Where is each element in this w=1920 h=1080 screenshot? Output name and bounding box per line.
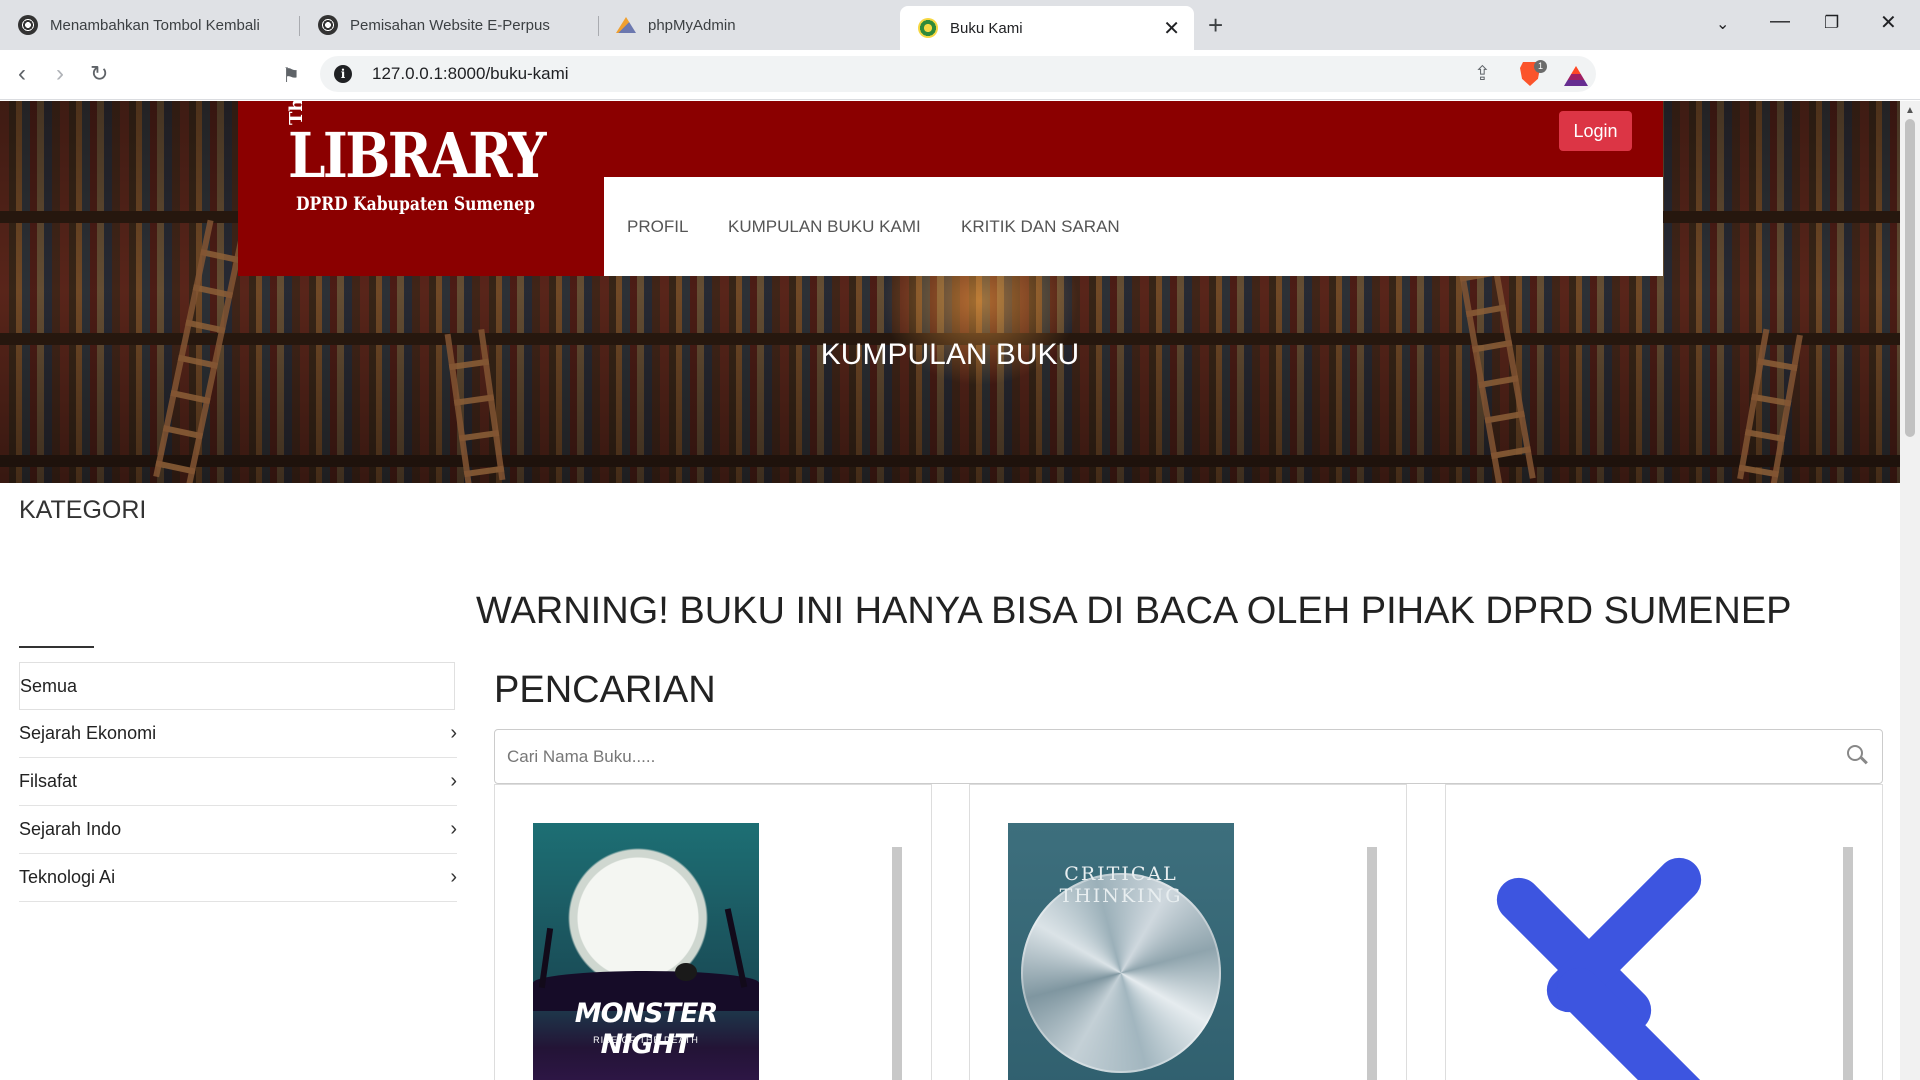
bookmark-icon[interactable]: ⚑ xyxy=(282,63,300,88)
tab-title: phpMyAdmin xyxy=(648,16,736,34)
hero-title: KUMPULAN BUKU xyxy=(820,338,1080,371)
tab-title: Menambahkan Tombol Kembali xyxy=(50,16,260,34)
search-field xyxy=(494,729,1883,784)
card-scrollbar[interactable] xyxy=(1843,847,1853,1080)
search-icon[interactable] xyxy=(1847,745,1863,761)
main-navigation: PROFIL KUMPULAN BUKU KAMI KRITIK DAN SAR… xyxy=(604,177,1663,276)
nav-profil[interactable]: PROFIL xyxy=(627,217,688,237)
search-heading: PENCARIAN xyxy=(494,669,716,711)
cover-logo-shape xyxy=(1547,958,1710,1080)
chevron-right-icon: › xyxy=(450,818,457,840)
page-viewport: KUMPULAN BUKU The LIBRARY DPRD Kabupaten… xyxy=(0,101,1900,1080)
logo-subtitle: DPRD Kabupaten Sumenep xyxy=(296,193,535,215)
cover-pumpkin xyxy=(675,963,697,981)
page-scrollbar[interactable]: ▲ xyxy=(1900,101,1920,1080)
category-label: Teknologi Ai xyxy=(19,867,116,887)
cover-subtitle: RISE OF THE DEATH xyxy=(593,1035,699,1045)
logo-library-text: LIBRARY xyxy=(288,119,546,192)
category-underline xyxy=(19,646,94,648)
category-item-filsafat[interactable]: Filsafat › xyxy=(19,758,457,806)
category-item-semua[interactable]: Semua xyxy=(19,662,455,710)
category-item-sejarah-indo[interactable]: Sejarah Indo › xyxy=(19,806,457,854)
tab-title: Buku Kami xyxy=(950,19,1023,37)
search-input[interactable] xyxy=(507,740,1807,774)
restore-button[interactable]: ❐ xyxy=(1824,13,1839,33)
nav-kritik-dan-saran[interactable]: KRITIK DAN SARAN xyxy=(961,217,1120,237)
close-tab-icon[interactable]: ✕ xyxy=(1163,16,1180,41)
category-label: Filsafat xyxy=(19,771,78,791)
reload-icon[interactable]: ↻ xyxy=(90,61,108,87)
card-scrollbar[interactable] xyxy=(892,847,902,1080)
minimize-button[interactable]: — xyxy=(1770,10,1790,33)
openai-icon xyxy=(18,15,38,35)
book-card[interactable] xyxy=(1445,784,1883,1080)
chevron-right-icon: › xyxy=(450,866,457,888)
tab-buku-kami[interactable]: Buku Kami ✕ xyxy=(900,6,1194,50)
login-button[interactable]: Login xyxy=(1559,111,1632,151)
book-cover[interactable]: CRITICAL THINKING xyxy=(1008,823,1234,1080)
new-tab-button[interactable]: + xyxy=(1208,10,1223,41)
browser-toolbar: ‹ › ↻ ⚑ i 127.0.0.1:8000/buku-kami ⇪ ▯ ▭… xyxy=(0,50,1920,136)
cover-title: MONSTER NIGHT xyxy=(574,998,719,1060)
tab-search-chevron-icon[interactable]: ⌄ xyxy=(1716,14,1729,34)
site-info-icon[interactable]: i xyxy=(334,65,352,83)
share-icon[interactable]: ⇪ xyxy=(1474,61,1491,86)
scroll-up-icon[interactable]: ▲ xyxy=(1905,105,1915,116)
chevron-right-icon: › xyxy=(450,722,457,744)
address-bar[interactable]: i 127.0.0.1:8000/buku-kami xyxy=(320,56,1596,92)
forward-icon[interactable]: › xyxy=(56,60,64,88)
openai-icon xyxy=(318,15,338,35)
government-seal-icon xyxy=(918,18,938,38)
category-title: KATEGORI xyxy=(19,496,147,524)
tab-menambahkan-tombol-kembali[interactable]: Menambahkan Tombol Kembali xyxy=(0,6,298,44)
category-list: Semua Sejarah Ekonomi › Filsafat › Sejar… xyxy=(19,662,457,902)
category-label: Sejarah Ekonomi xyxy=(19,723,157,743)
book-card[interactable]: MONSTER NIGHT RISE OF THE DEATH xyxy=(494,784,932,1080)
tab-pemisahan-website[interactable]: Pemisahan Website E-Perpus xyxy=(300,6,598,44)
url-text: 127.0.0.1:8000/buku-kami xyxy=(372,64,569,83)
book-cover[interactable]: MONSTER NIGHT RISE OF THE DEATH xyxy=(533,823,759,1080)
shields-count-badge: 1 xyxy=(1534,60,1547,73)
tab-phpmyadmin[interactable]: phpMyAdmin xyxy=(598,6,896,44)
phpmyadmin-icon xyxy=(616,17,636,33)
scrollbar-thumb[interactable] xyxy=(1905,119,1915,437)
cover-title: CRITICAL THINKING xyxy=(1059,863,1183,907)
category-label: Sejarah Indo xyxy=(19,819,122,839)
book-card[interactable]: CRITICAL THINKING xyxy=(969,784,1407,1080)
back-icon[interactable]: ‹ xyxy=(18,60,26,88)
card-scrollbar[interactable] xyxy=(1367,847,1377,1080)
book-cover[interactable] xyxy=(1484,823,1710,1080)
header-top-bar xyxy=(604,101,1663,177)
category-label: Semua xyxy=(20,676,78,696)
chevron-right-icon: › xyxy=(450,770,457,792)
site-logo[interactable]: The LIBRARY DPRD Kabupaten Sumenep xyxy=(238,101,604,276)
nav-kumpulan-buku-kami[interactable]: KUMPULAN BUKU KAMI xyxy=(728,217,921,237)
category-item-teknologi-ai[interactable]: Teknologi Ai › xyxy=(19,854,457,902)
browser-tab-bar: Menambahkan Tombol Kembali Pemisahan Web… xyxy=(0,0,1920,50)
warning-heading: WARNING! BUKU INI HANYA BISA DI BACA OLE… xyxy=(476,590,1792,632)
close-window-button[interactable]: ✕ xyxy=(1880,10,1897,35)
tab-title: Pemisahan Website E-Perpus xyxy=(350,16,550,34)
category-item-sejarah-ekonomi[interactable]: Sejarah Ekonomi › xyxy=(19,710,457,758)
